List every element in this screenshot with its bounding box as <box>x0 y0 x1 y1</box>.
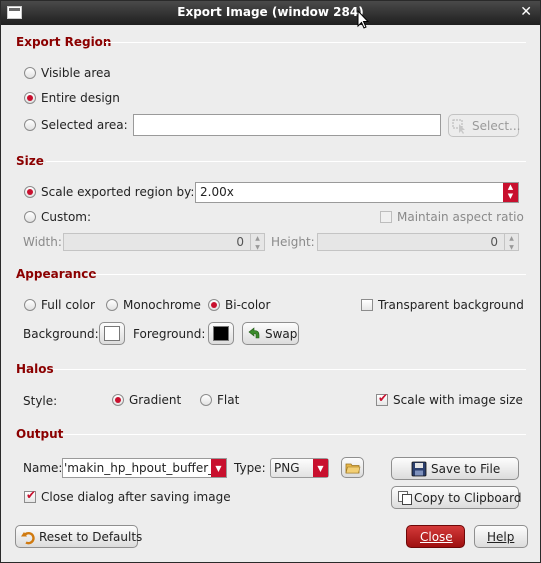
name-combo[interactable]: 'makin_hp_hpout_buffer_v ▼ <box>62 458 227 478</box>
name-value: 'makin_hp_hpout_buffer_v <box>64 461 222 475</box>
size-heading: Size <box>16 154 44 168</box>
reset-to-defaults-label: Reset to Defaults <box>39 530 143 544</box>
style-label: Style: <box>23 394 58 408</box>
bi-color-label[interactable]: Bi-color <box>225 298 270 312</box>
copy-icon <box>398 491 412 505</box>
chevron-down-icon[interactable]: ▼ <box>505 243 518 252</box>
swap-button-label: Swap <box>265 327 298 341</box>
scale-exported-radio[interactable] <box>24 186 36 198</box>
foreground-swatch <box>213 326 229 341</box>
width-stepper[interactable]: ▲ ▼ <box>250 234 264 252</box>
entire-design-label[interactable]: Entire design <box>41 91 120 105</box>
flat-radio[interactable] <box>200 394 212 406</box>
full-color-label[interactable]: Full color <box>41 298 95 312</box>
select-button[interactable]: Select... <box>448 114 521 137</box>
close-window-icon[interactable]: ✕ <box>520 4 532 20</box>
chevron-down-icon[interactable]: ▼ <box>251 243 264 252</box>
chevron-down-icon[interactable]: ▼ <box>313 459 328 477</box>
halos-heading: Halos <box>16 362 54 376</box>
appearance-divider <box>91 274 526 275</box>
chevron-up-icon[interactable]: ▲ <box>503 183 518 192</box>
export-image-dialog: Export Image (window 284) ✕ Export Regio… <box>0 0 541 563</box>
entire-design-radio[interactable] <box>24 92 36 104</box>
height-field[interactable]: 0 ▲ ▼ <box>317 233 519 251</box>
width-field[interactable]: 0 ▲ ▼ <box>63 233 265 251</box>
window-title: Export Image (window 284) <box>177 5 364 19</box>
monochrome-radio[interactable] <box>106 299 118 311</box>
title-bar[interactable]: Export Image (window 284) ✕ <box>1 1 540 25</box>
height-stepper[interactable]: ▲ ▼ <box>504 234 518 252</box>
undo-icon <box>21 531 35 545</box>
type-label: Type: <box>234 461 266 475</box>
swap-icon <box>248 327 260 339</box>
custom-size-radio[interactable] <box>24 211 36 223</box>
foreground-color-button[interactable] <box>208 322 234 345</box>
swap-button[interactable]: Swap <box>242 322 299 345</box>
scale-with-image-label[interactable]: Scale with image size <box>393 393 523 407</box>
chevron-up-icon[interactable]: ▲ <box>251 234 264 243</box>
select-arrow-icon <box>452 119 465 134</box>
transparent-background-checkbox[interactable] <box>361 299 373 311</box>
mouse-cursor-icon <box>357 10 369 29</box>
export-region-heading: Export Region <box>16 35 112 49</box>
output-heading: Output <box>16 427 64 441</box>
selected-area-field[interactable] <box>133 114 441 136</box>
halos-divider <box>53 369 526 370</box>
full-color-radio[interactable] <box>24 299 36 311</box>
checkmark-icon: ✔ <box>26 488 37 502</box>
gradient-label[interactable]: Gradient <box>129 393 181 407</box>
size-divider <box>46 161 526 162</box>
width-value: 0 <box>236 235 244 249</box>
type-value: PNG <box>274 461 300 475</box>
help-button[interactable]: Help <box>474 525 528 548</box>
browse-button[interactable] <box>341 457 364 478</box>
width-label: Width: <box>23 235 62 249</box>
appearance-heading: Appearance <box>16 267 97 281</box>
output-divider <box>61 434 526 435</box>
close-button-label: Close <box>420 530 453 544</box>
close-button[interactable]: Close <box>406 525 465 548</box>
copy-to-clipboard-button[interactable]: Copy to Clipboard <box>391 486 522 509</box>
foreground-label: Foreground: <box>133 327 206 341</box>
name-label: Name: <box>23 461 63 475</box>
scale-exported-label[interactable]: Scale exported region by: <box>41 185 194 199</box>
close-after-saving-checkbox[interactable]: ✔ <box>24 488 37 503</box>
transparent-background-label[interactable]: Transparent background <box>378 298 524 312</box>
chevron-down-icon[interactable]: ▼ <box>211 459 226 477</box>
save-to-file-label: Save to File <box>431 462 501 476</box>
monochrome-label[interactable]: Monochrome <box>123 298 201 312</box>
maintain-aspect-checkbox[interactable] <box>380 211 392 223</box>
visible-area-radio[interactable] <box>24 67 36 79</box>
select-button-label: Select... <box>472 119 521 133</box>
background-swatch <box>104 326 120 341</box>
maintain-aspect-label: Maintain aspect ratio <box>397 210 524 224</box>
reset-to-defaults-button[interactable]: Reset to Defaults <box>15 525 142 548</box>
gradient-radio[interactable] <box>112 394 124 406</box>
height-label: Height: <box>271 235 315 249</box>
background-color-button[interactable] <box>99 322 125 345</box>
custom-size-label[interactable]: Custom: <box>41 210 91 224</box>
scale-spinbox[interactable]: 2.00x ▲ ▼ <box>195 182 519 203</box>
visible-area-label[interactable]: Visible area <box>41 66 111 80</box>
close-after-saving-label[interactable]: Close dialog after saving image <box>41 490 231 504</box>
chevron-down-icon[interactable]: ▼ <box>503 192 518 201</box>
scale-value: 2.00x <box>200 185 234 199</box>
bi-color-radio[interactable] <box>208 299 220 311</box>
checkmark-icon: ✔ <box>378 391 389 405</box>
type-combo[interactable]: PNG ▼ <box>270 458 329 478</box>
height-value: 0 <box>490 235 498 249</box>
folder-icon <box>345 463 361 474</box>
scale-stepper[interactable]: ▲ ▼ <box>503 183 518 202</box>
chevron-up-icon[interactable]: ▲ <box>505 234 518 243</box>
export-region-divider <box>105 42 526 43</box>
help-button-label: Help <box>487 530 515 544</box>
save-to-file-button[interactable]: Save to File <box>391 457 519 480</box>
selected-area-radio[interactable] <box>24 119 36 131</box>
flat-label[interactable]: Flat <box>217 393 239 407</box>
scale-with-image-checkbox[interactable]: ✔ <box>376 391 389 406</box>
background-label: Background: <box>23 327 99 341</box>
copy-to-clipboard-label: Copy to Clipboard <box>414 491 522 505</box>
floppy-disk-icon <box>411 461 427 477</box>
selected-area-label[interactable]: Selected area: <box>41 118 128 132</box>
